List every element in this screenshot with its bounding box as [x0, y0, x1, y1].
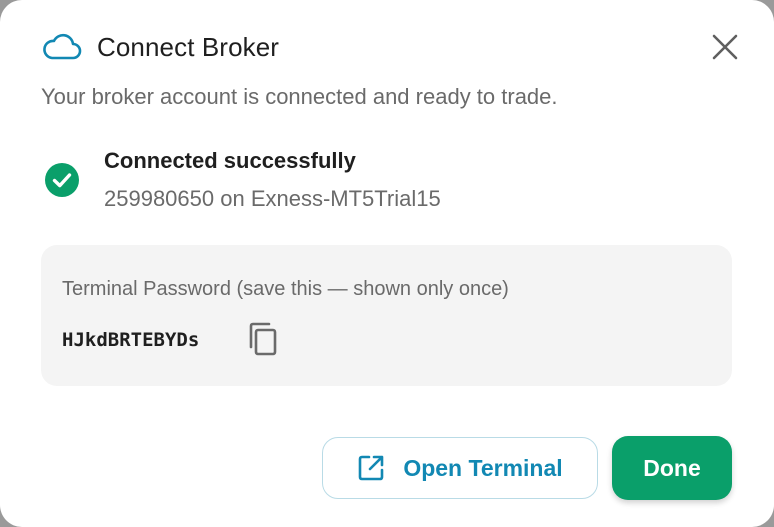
copy-password-button[interactable]	[246, 322, 280, 360]
open-terminal-label: Open Terminal	[403, 454, 563, 481]
close-button[interactable]	[706, 30, 744, 68]
password-value: HJkdBRTEBYDs	[62, 329, 200, 351]
status-title: Connected successfully	[104, 148, 356, 173]
cloud-icon	[41, 31, 83, 63]
check-circle-icon	[44, 162, 80, 198]
done-button[interactable]: Done	[612, 436, 732, 500]
terminal-password-panel: Terminal Password (save this — shown onl…	[41, 245, 732, 386]
external-link-icon	[357, 454, 385, 482]
open-terminal-button[interactable]: Open Terminal	[322, 437, 598, 499]
dialog-header: Connect Broker	[41, 31, 279, 63]
dialog-subtitle: Your broker account is connected and rea…	[41, 84, 558, 109]
status-text: Connected successfully 259980650 on Exne…	[104, 146, 441, 214]
status-detail: 259980650 on Exness-MT5Trial15	[104, 186, 441, 211]
close-icon	[712, 34, 738, 65]
copy-icon	[247, 322, 279, 361]
password-label: Terminal Password (save this — shown onl…	[62, 278, 509, 300]
connection-status: Connected successfully 259980650 on Exne…	[44, 146, 441, 214]
dialog-title: Connect Broker	[97, 31, 280, 62]
connect-broker-dialog: Connect Broker Your broker account is co…	[0, 0, 774, 527]
done-label: Done	[643, 454, 701, 481]
